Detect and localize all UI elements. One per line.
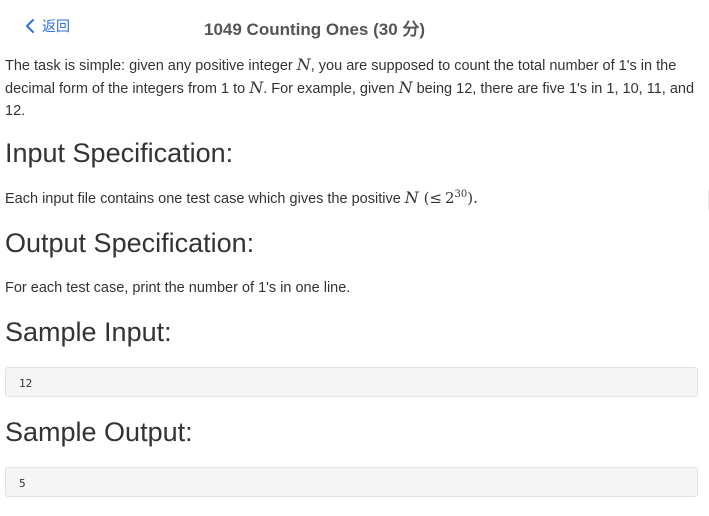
power-base: 2: [445, 189, 455, 207]
sample-input-heading: Sample Input:: [5, 317, 172, 347]
output-spec-text: For each test case, print the number of …: [5, 280, 351, 296]
sample-output-code: 5: [5, 467, 698, 497]
le-symbol: ≤: [429, 189, 442, 207]
var-n: N: [398, 78, 413, 97]
problem-content: The task is simple: given any positive i…: [5, 54, 705, 497]
sample-output-heading: Sample Output:: [5, 417, 193, 447]
var-n: N: [296, 55, 311, 74]
input-spec-text: Each input file contains one test case w…: [5, 188, 478, 207]
desc-text-3: . For example, given: [263, 81, 399, 97]
input-spec-text-after: ).: [467, 189, 478, 207]
power-exponent: 30: [454, 189, 468, 201]
sample-input-code: 12: [5, 367, 698, 397]
var-n: N: [249, 78, 264, 97]
desc-text-1: The task is simple: given any positive i…: [5, 58, 297, 74]
output-spec-heading: Output Specification:: [5, 228, 255, 258]
input-spec-heading: Input Specification:: [5, 138, 234, 168]
page-title: 1049 Counting Ones (30 分): [204, 20, 426, 39]
paren-open: (: [418, 189, 430, 207]
input-spec-text-before: Each input file contains one test case w…: [5, 191, 405, 207]
problem-description: The task is simple: given any positive i…: [5, 54, 705, 122]
var-n: N: [404, 188, 419, 207]
header-bar: 返回 1049 Counting Ones (30 分): [0, 0, 709, 52]
